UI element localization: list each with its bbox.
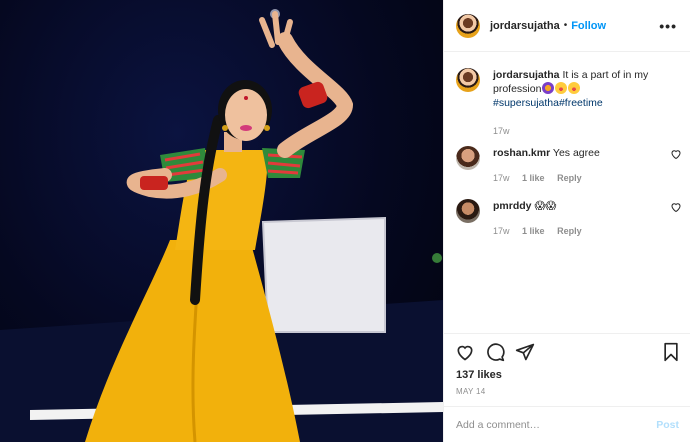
follow-button[interactable]: Follow xyxy=(571,20,606,32)
caption-username[interactable]: jordarsujatha xyxy=(493,69,560,81)
emoji-icon xyxy=(542,82,555,94)
comment-time[interactable]: 17w xyxy=(493,173,510,183)
caption-hashtags[interactable]: #supersujatha#freetime xyxy=(493,97,603,109)
small-heart-icon[interactable] xyxy=(670,201,682,213)
reply-button[interactable]: Reply xyxy=(557,173,582,183)
caption-avatar[interactable] xyxy=(456,68,480,92)
dancer-photo-illustration xyxy=(0,9,443,442)
share-icon[interactable] xyxy=(515,342,535,362)
comment-item: pmrddy 😱😱 17w 1 like Reply xyxy=(456,199,682,238)
white-board xyxy=(261,216,386,333)
heart-icon[interactable] xyxy=(455,342,475,362)
author-avatar[interactable] xyxy=(456,13,480,38)
emoji-icon xyxy=(555,82,568,94)
comment-text: 😱😱 xyxy=(534,200,557,212)
stage-light-green xyxy=(432,253,442,263)
more-horizontal-icon[interactable]: ••• xyxy=(659,18,677,34)
commenter-avatar[interactable] xyxy=(456,146,480,170)
action-icons xyxy=(455,342,535,362)
comment-likes[interactable]: 1 like xyxy=(522,226,545,236)
likes-count[interactable]: 137 likes xyxy=(456,369,502,381)
commenter-username[interactable]: roshan.kmr xyxy=(493,147,550,159)
author-username[interactable]: jordarsujatha xyxy=(490,20,560,32)
add-comment-bar: Post xyxy=(444,406,690,442)
comment-icon[interactable] xyxy=(485,342,505,362)
caption-time[interactable]: 17w xyxy=(493,124,682,138)
comment-item: roshan.kmr Yes agree 17w 1 like Reply xyxy=(456,146,682,185)
post-actions: 137 likes MAY 14 Post xyxy=(444,333,690,442)
header-separator: • xyxy=(563,20,568,31)
comment-likes[interactable]: 1 like xyxy=(522,173,545,183)
instagram-post-view: jordarsujatha • Follow ••• jordarsujatha… xyxy=(0,0,690,442)
post-date[interactable]: MAY 14 xyxy=(456,387,486,396)
post-photo[interactable] xyxy=(0,0,443,442)
comment-text: Yes agree xyxy=(552,147,600,159)
post-caption: jordarsujatha It is a part of in my prof… xyxy=(456,68,682,138)
lips xyxy=(240,125,252,131)
raised-hand xyxy=(259,11,293,48)
bookmark-icon[interactable] xyxy=(662,342,680,362)
commenter-username[interactable]: pmrddy xyxy=(493,200,532,212)
post-side-panel: jordarsujatha • Follow ••• jordarsujatha… xyxy=(443,0,690,442)
emoji-icon xyxy=(568,82,581,94)
comment-meta: 17w 1 like Reply xyxy=(493,171,600,185)
post-header: jordarsujatha • Follow ••• xyxy=(444,0,690,52)
bangles-left xyxy=(140,176,168,190)
reply-button[interactable]: Reply xyxy=(557,226,582,236)
bindi xyxy=(244,96,248,100)
post-comment-button[interactable]: Post xyxy=(656,419,679,431)
caption-body: jordarsujatha It is a part of in my prof… xyxy=(493,68,682,138)
comment-input[interactable] xyxy=(456,419,657,431)
commenter-avatar[interactable] xyxy=(456,199,480,223)
comment-meta: 17w 1 like Reply xyxy=(493,224,592,238)
comment-time[interactable]: 17w xyxy=(493,226,510,236)
small-heart-icon[interactable] xyxy=(670,148,682,160)
